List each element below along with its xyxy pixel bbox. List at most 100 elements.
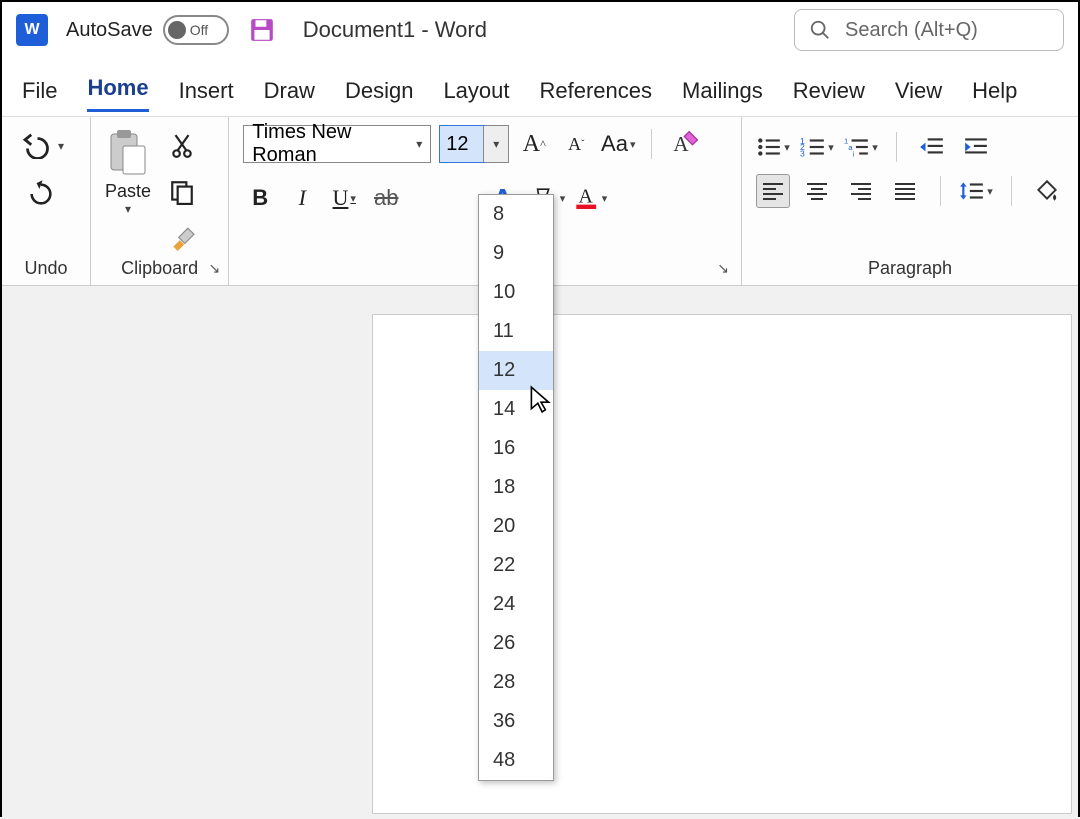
align-center-icon	[805, 181, 829, 201]
svg-text:A: A	[579, 185, 594, 207]
tab-review[interactable]: Review	[793, 78, 865, 112]
align-left-button[interactable]	[756, 174, 790, 208]
autosave-state: Off	[190, 22, 208, 38]
font-color-icon: A	[573, 184, 599, 212]
bullet-list-icon	[756, 136, 782, 158]
word-logo-icon: W	[16, 14, 48, 46]
tab-file[interactable]: File	[22, 78, 57, 112]
scissors-icon	[170, 133, 194, 159]
tab-draw[interactable]: Draw	[264, 78, 315, 112]
separator	[896, 132, 897, 162]
tab-help[interactable]: Help	[972, 78, 1017, 112]
chevron-down-icon: ▾	[416, 137, 422, 151]
copy-button[interactable]	[165, 175, 199, 209]
line-spacing-icon	[959, 180, 985, 202]
font-size-option-18[interactable]: 18	[479, 468, 553, 507]
underline-button[interactable]: U▾	[327, 181, 361, 215]
bold-button[interactable]: B	[243, 181, 277, 215]
shading-button[interactable]	[1030, 174, 1064, 208]
italic-button[interactable]: I	[285, 181, 319, 215]
font-size-option-48[interactable]: 48	[479, 741, 553, 780]
font-size-option-36[interactable]: 36	[479, 702, 553, 741]
paste-button[interactable]	[105, 127, 151, 179]
bullets-button[interactable]: ▾	[756, 130, 790, 164]
change-case-button[interactable]: Aa▾	[601, 127, 635, 161]
group-label-paragraph: Paragraph	[756, 256, 1064, 283]
decrease-font-button[interactable]: Aˇ	[559, 127, 593, 161]
tab-view[interactable]: View	[895, 78, 942, 112]
font-size-option-8[interactable]: 8	[479, 195, 553, 234]
font-size-option-20[interactable]: 20	[479, 507, 553, 546]
font-color-button[interactable]: A ▾	[573, 181, 607, 215]
document-title: Document1 - Word	[303, 17, 487, 43]
search-placeholder: Search (Alt+Q)	[845, 19, 978, 42]
font-size-dropdown-button[interactable]: ▾	[484, 126, 508, 162]
document-page[interactable]	[372, 314, 1072, 814]
undo-icon	[20, 133, 50, 159]
chevron-down-icon: ▾	[493, 137, 499, 151]
chevron-down-icon[interactable]: ▾	[58, 139, 64, 153]
dialog-launcher-icon[interactable]: ↘	[717, 260, 729, 277]
font-size-option-28[interactable]: 28	[479, 663, 553, 702]
multilevel-list-button[interactable]: 1 a i ▾	[844, 130, 878, 164]
tab-insert[interactable]: Insert	[179, 78, 234, 112]
undo-button[interactable]	[18, 129, 52, 163]
search-icon	[809, 19, 831, 41]
align-right-button[interactable]	[844, 174, 878, 208]
eraser-a-icon: A	[671, 130, 699, 158]
repeat-button[interactable]	[24, 177, 58, 211]
separator	[651, 129, 652, 159]
numbered-list-icon: 1 2 3	[800, 136, 826, 158]
clear-formatting-button[interactable]: A	[668, 127, 702, 161]
toggle-knob-icon	[168, 21, 186, 39]
font-size-option-10[interactable]: 10	[479, 273, 553, 312]
group-label-undo: Undo	[12, 256, 80, 283]
decrease-indent-button[interactable]	[915, 130, 949, 164]
repeat-icon	[27, 180, 55, 208]
increase-indent-button[interactable]	[959, 130, 993, 164]
font-size-dropdown[interactable]: 8910111214161820222426283648	[478, 194, 554, 781]
ribbon-tabs: File Home Insert Draw Design Layout Refe…	[2, 58, 1078, 112]
numbering-button[interactable]: 1 2 3 ▾	[800, 130, 834, 164]
align-right-icon	[849, 181, 873, 201]
align-center-button[interactable]	[800, 174, 834, 208]
tab-mailings[interactable]: Mailings	[682, 78, 763, 112]
search-box[interactable]: Search (Alt+Q)	[794, 9, 1064, 51]
justify-icon	[893, 181, 917, 201]
svg-text:i: i	[853, 150, 855, 158]
font-size-option-26[interactable]: 26	[479, 624, 553, 663]
autosave-toggle[interactable]: AutoSave Off	[66, 15, 229, 45]
tab-layout[interactable]: Layout	[443, 78, 509, 112]
save-button[interactable]	[247, 15, 277, 45]
tab-home[interactable]: Home	[87, 75, 148, 112]
dialog-launcher-icon[interactable]: ↘	[209, 260, 221, 277]
chevron-down-icon[interactable]: ▾	[125, 202, 131, 216]
font-size-option-9[interactable]: 9	[479, 234, 553, 273]
font-name-combo[interactable]: Times New Roman ▾	[243, 125, 431, 163]
save-icon	[249, 17, 275, 43]
font-size-option-22[interactable]: 22	[479, 546, 553, 585]
cut-button[interactable]	[165, 129, 199, 163]
tab-references[interactable]: References	[540, 78, 653, 112]
line-spacing-button[interactable]: ▾	[959, 174, 993, 208]
separator	[940, 176, 941, 206]
autosave-switch[interactable]: Off	[163, 15, 229, 45]
strikethrough-button[interactable]: ab	[369, 181, 403, 215]
font-size-option-16[interactable]: 16	[479, 429, 553, 468]
font-size-input[interactable]	[440, 126, 484, 162]
group-undo: ▾ Undo	[2, 117, 91, 285]
font-size-combo[interactable]: ▾	[439, 125, 509, 163]
mouse-cursor-icon	[529, 385, 551, 413]
font-size-option-11[interactable]: 11	[479, 312, 553, 351]
justify-button[interactable]	[888, 174, 922, 208]
tab-design[interactable]: Design	[345, 78, 413, 112]
outdent-icon	[919, 136, 945, 158]
font-size-option-24[interactable]: 24	[479, 585, 553, 624]
group-clipboard: Paste ▾	[91, 117, 229, 285]
svg-text:3: 3	[800, 149, 805, 158]
increase-font-button[interactable]: A^	[517, 127, 551, 161]
paint-bucket-icon	[1034, 179, 1060, 203]
title-bar: W AutoSave Off Document1 - Word Search (…	[2, 2, 1078, 58]
format-painter-button[interactable]	[165, 221, 199, 255]
paintbrush-icon	[169, 225, 195, 251]
